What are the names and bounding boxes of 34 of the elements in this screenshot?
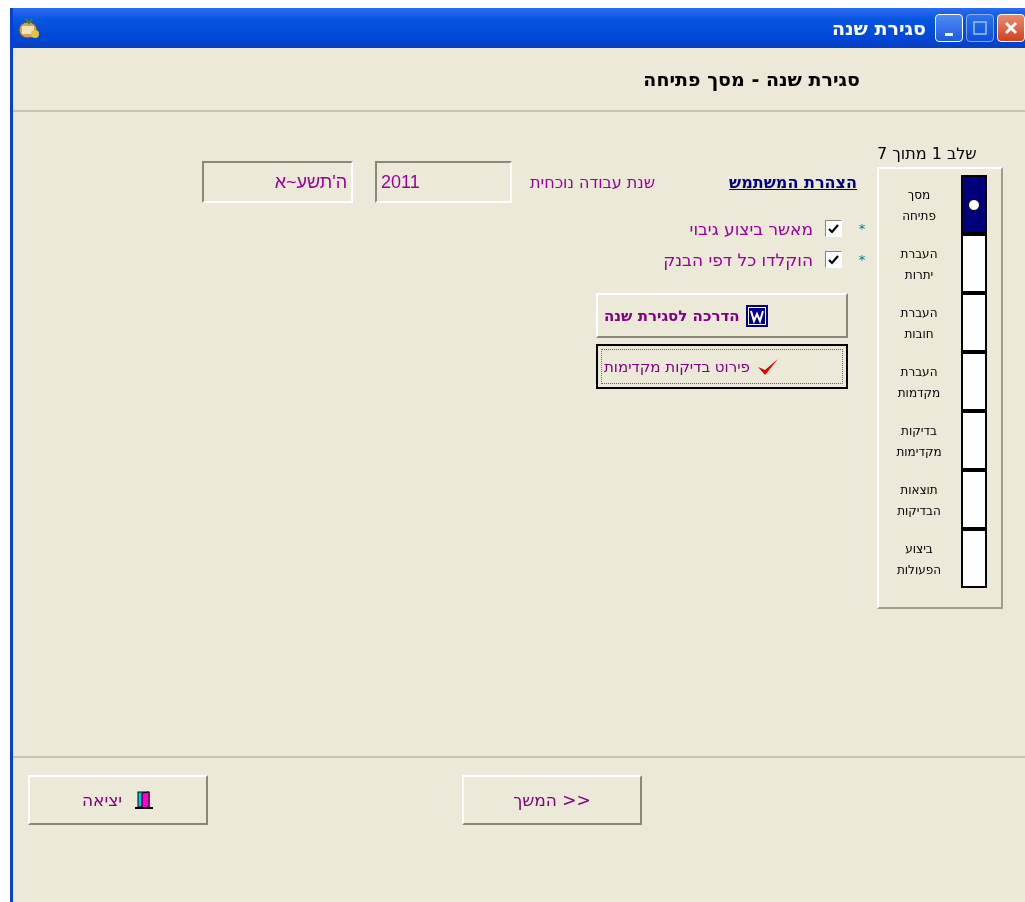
guide-button[interactable]: הדרכה לסגירת שנה [596,293,848,338]
checkbox-label: הוקלדו כל דפי הבנק [663,249,813,270]
minimize-button[interactable] [935,14,963,42]
step-label: העברת חובות [899,304,939,343]
checkbox[interactable] [825,220,842,237]
checkbox[interactable] [825,251,842,268]
step-label: מסך פתיחה [901,186,937,225]
step-label: ביצוע הפעולות [895,540,943,579]
step-label: העברת יתרות [899,245,939,284]
close-button[interactable] [997,14,1025,42]
declaration-link[interactable]: הצהרת המשתמש [729,172,857,192]
step-label: תוצאות הבדיקות [896,481,942,520]
step-label: העברת מקדמות [896,363,942,402]
hebrew-year-field[interactable]: ה'תשע~א [202,161,354,203]
work-year-label: שנת עבודה נוכחית [530,172,656,192]
maximize-icon [973,21,987,35]
exit-button[interactable]: יציאה [28,775,208,825]
current-step-dot [968,198,980,211]
year-field[interactable]: 2011 [375,161,513,203]
step-label: בדיקות מקדימות [895,422,943,461]
step-caption: שלב 1 מתוך 7 [877,144,977,163]
document-icon [745,304,768,327]
close-icon [1004,21,1018,35]
checkbox-label: מאשר ביצוע גיבוי [689,218,813,239]
door-icon [134,790,155,810]
window-title: סגירת שנה [831,17,926,39]
checkmark-icon [755,356,780,377]
checks-details-button[interactable]: פירוט בדיקות מקדימות [596,344,848,389]
required-marker: * [857,221,867,236]
screen-title: סגירת שנה - מסך פתיחה [643,68,860,90]
app-icon [17,16,41,40]
next-button[interactable]: המשך >> [462,775,642,825]
required-marker: * [857,252,867,267]
minimize-icon [945,32,953,36]
